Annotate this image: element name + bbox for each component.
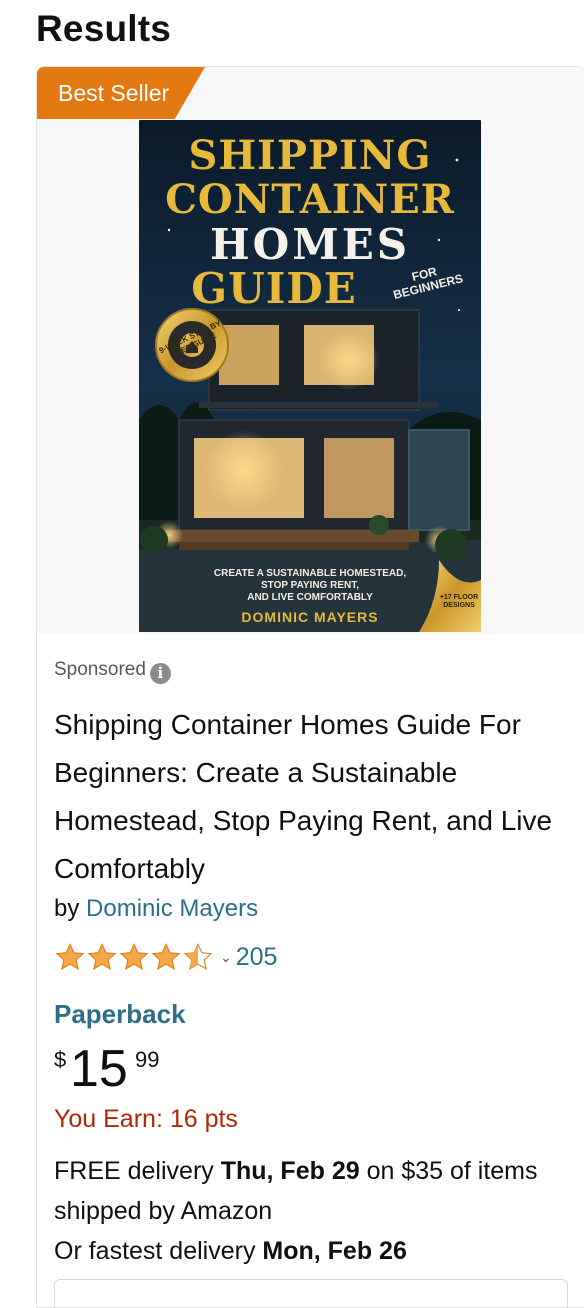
- price-symbol: $: [54, 1047, 67, 1072]
- cover-subtitle-line: CREATE A SUSTAINABLE HOMESTEAD,: [213, 568, 407, 579]
- cover-title-line: HOMES: [209, 220, 411, 269]
- delivery-free-prefix: FREE delivery: [54, 1157, 221, 1185]
- by-label: by: [54, 895, 80, 922]
- best-seller-badge: Best Seller: [37, 67, 205, 119]
- byline: by Dominic Mayers: [54, 895, 258, 923]
- review-count-link[interactable]: 205: [236, 943, 278, 972]
- delivery-fastest-prefix: Or fastest delivery: [54, 1237, 263, 1265]
- star-full-icon: [55, 943, 85, 970]
- cover-floor-designs: +17 FLOOR DESIGNS: [439, 594, 479, 609]
- star-full-icon: [151, 943, 181, 970]
- book-cover-image[interactable]: SHIPPING CONTAINER HOMES GUIDE FOR BEGIN…: [139, 120, 481, 632]
- delivery-line-fastest: Or fastest delivery Mon, Feb 26: [54, 1231, 554, 1271]
- rating-row[interactable]: ⌄ 205: [54, 941, 277, 973]
- info-icon[interactable]: i: [149, 663, 171, 684]
- delivery-info: FREE delivery Thu, Feb 29 on $35 of item…: [54, 1151, 554, 1271]
- results-heading: Results: [36, 8, 172, 49]
- sponsored-label: Sponsored: [54, 659, 146, 680]
- sponsored-row: Sponsored i: [54, 659, 171, 684]
- price-whole: 15: [70, 1040, 128, 1098]
- chevron-down-icon[interactable]: ⌄: [220, 949, 232, 966]
- cover-title-line: CONTAINER: [165, 176, 455, 223]
- delivery-free-date: Thu, Feb 29: [220, 1157, 360, 1185]
- cover-title-line: SHIPPING: [188, 132, 432, 179]
- star-half-icon: [183, 943, 213, 970]
- product-card: Best Seller SHIPPING CONTAINER HOMES GUI…: [36, 66, 584, 1308]
- cover-author: DOMINIC MAYERS: [241, 609, 379, 625]
- delivery-line-free: FREE delivery Thu, Feb 29 on $35 of item…: [54, 1151, 554, 1231]
- star-full-icon: [87, 943, 117, 970]
- author-link[interactable]: Dominic Mayers: [86, 895, 258, 922]
- product-image-area[interactable]: Best Seller SHIPPING CONTAINER HOMES GUI…: [37, 67, 584, 633]
- format-link[interactable]: Paperback: [54, 999, 186, 1030]
- cover-subtitle: CREATE A SUSTAINABLE HOMESTEAD, STOP PAY…: [169, 568, 451, 604]
- product-title-link[interactable]: Shipping Container Homes Guide For Begin…: [54, 701, 574, 893]
- cover-subtitle-line: STOP PAYING RENT,: [261, 580, 359, 591]
- price-fraction: 99: [135, 1047, 160, 1072]
- star-full-icon: [119, 943, 149, 970]
- earn-points: You Earn: 16 pts: [54, 1105, 238, 1133]
- delivery-fastest-date: Mon, Feb 26: [262, 1237, 407, 1265]
- cover-seal-text: 9-WEEK STEP BY STEP GUIDE: [157, 318, 223, 360]
- cover-seal-badge: 9-WEEK STEP BY STEP GUIDE: [155, 308, 229, 382]
- best-seller-label: Best Seller: [58, 80, 170, 106]
- cover-subtitle-line: AND LIVE COMFORTABLY: [247, 592, 373, 603]
